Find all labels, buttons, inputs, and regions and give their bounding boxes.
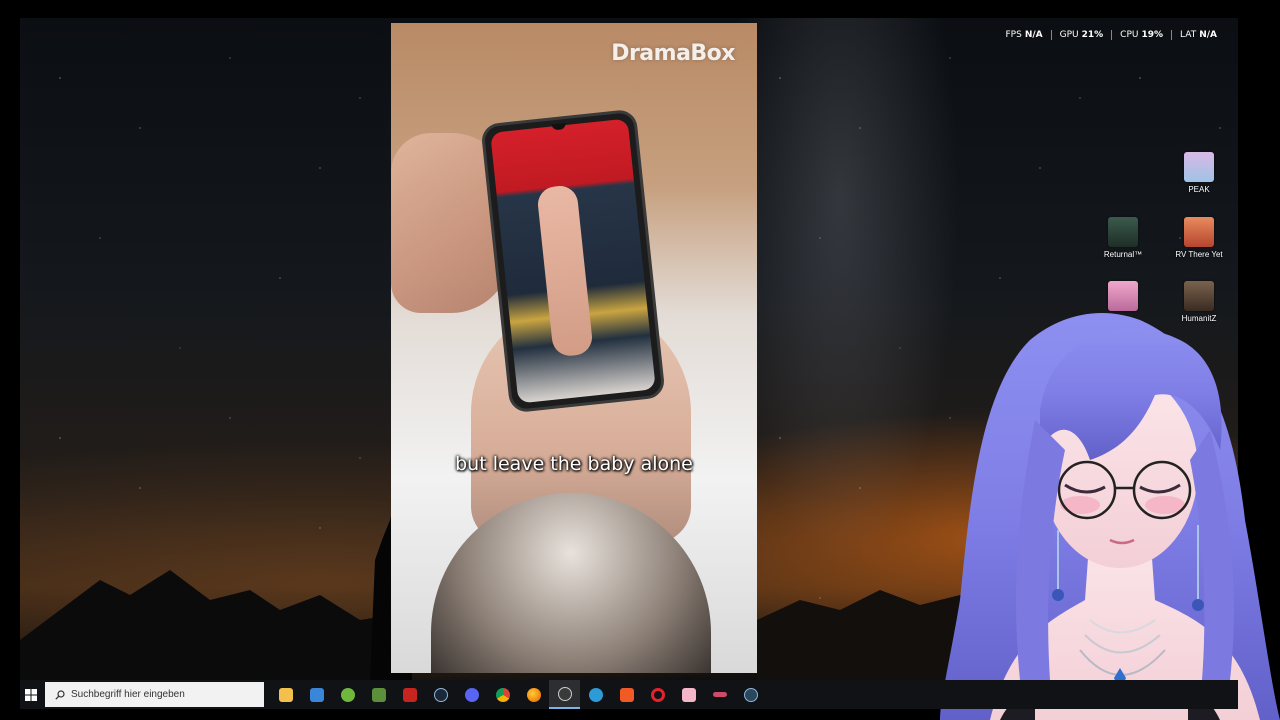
- start-button[interactable]: [20, 680, 42, 709]
- taskbar-app[interactable]: [642, 680, 673, 709]
- steam-alt-icon: [743, 687, 758, 702]
- taskbar-app[interactable]: [487, 680, 518, 709]
- discord-icon: [464, 687, 479, 702]
- perf-label: GPU: [1059, 30, 1079, 40]
- desktop-icon-rv-there-yet[interactable]: RV There Yet: [1169, 217, 1229, 259]
- search-icon: [55, 689, 65, 700]
- firefox-icon: [526, 687, 541, 702]
- minecraft-icon: [371, 687, 386, 702]
- perf-latency: LAT N/A: [1171, 30, 1225, 40]
- taskbar-app[interactable]: [363, 680, 394, 709]
- desktop-icon-peak[interactable]: PEAK: [1169, 152, 1229, 194]
- phone-screen-content: [536, 184, 594, 358]
- perf-label: FPS: [1005, 30, 1022, 40]
- perf-gpu: GPU 21%: [1050, 30, 1112, 40]
- taskbar-app[interactable]: [611, 680, 642, 709]
- taskbar-search[interactable]: Suchbegriff hier eingeben: [45, 682, 264, 707]
- desktop-icon-label: RV There Yet: [1175, 250, 1223, 259]
- perf-fps: FPS N/A: [997, 30, 1050, 40]
- opera-icon: [650, 687, 665, 702]
- tool-app-icon: [712, 692, 727, 697]
- taskbar-app[interactable]: [332, 680, 363, 709]
- taskbar-app[interactable]: [704, 680, 735, 709]
- chrome-icon: [495, 687, 510, 702]
- taskbar-app[interactable]: [270, 680, 301, 709]
- taskbar-app[interactable]: [456, 680, 487, 709]
- brave-icon: [619, 687, 634, 702]
- perf-value: 21%: [1081, 30, 1104, 40]
- file-explorer-icon: [278, 687, 293, 702]
- taskbar-app[interactable]: [549, 680, 580, 709]
- android-icon: [340, 687, 355, 702]
- desktop-icon-label: PEAK: [1188, 185, 1210, 194]
- performance-overlay: FPS N/A GPU 21% CPU 19% LAT N/A: [997, 30, 1225, 40]
- desktop-icon-returnal[interactable]: Returnal™: [1093, 217, 1153, 259]
- vtube-app-icon: [681, 687, 696, 702]
- sync-app-icon: [588, 687, 603, 702]
- taskbar-app[interactable]: [394, 680, 425, 709]
- perf-value: 19%: [1141, 30, 1164, 40]
- steam-icon: [433, 687, 448, 702]
- video-subtitle: but leave the baby alone: [455, 453, 693, 475]
- screen: DramaBox but leave the baby alone FPS N/A…: [0, 0, 1280, 720]
- desktop-icon-label: Returnal™: [1103, 250, 1143, 259]
- taskbar: Suchbegriff hier eingeben: [20, 680, 1238, 709]
- perf-label: LAT: [1180, 30, 1197, 40]
- perf-cpu: CPU 19%: [1111, 30, 1171, 40]
- peak-icon: [1184, 152, 1214, 182]
- store-icon: [309, 687, 324, 702]
- taskbar-app[interactable]: [425, 680, 456, 709]
- media-app-icon: [402, 687, 417, 702]
- rv-there-yet-icon: [1184, 217, 1214, 247]
- perf-value: N/A: [1199, 30, 1217, 40]
- video-phone: [480, 108, 666, 414]
- taskbar-app[interactable]: [301, 680, 332, 709]
- taskbar-app[interactable]: [518, 680, 549, 709]
- perf-value: N/A: [1024, 30, 1043, 40]
- video-player[interactable]: DramaBox but leave the baby alone: [391, 23, 757, 673]
- taskbar-app[interactable]: [580, 680, 611, 709]
- returnal-icon: [1108, 217, 1138, 247]
- obs-icon: [557, 686, 572, 701]
- search-placeholder: Suchbegriff hier eingeben: [71, 689, 185, 700]
- perf-label: CPU: [1120, 30, 1139, 40]
- taskbar-app[interactable]: [673, 680, 704, 709]
- vtuber-avatar: [940, 312, 1280, 720]
- brand-logo: DramaBox: [611, 41, 735, 66]
- windows-icon: [25, 688, 37, 701]
- phone-screen: [490, 118, 656, 404]
- taskbar-app[interactable]: [735, 680, 766, 709]
